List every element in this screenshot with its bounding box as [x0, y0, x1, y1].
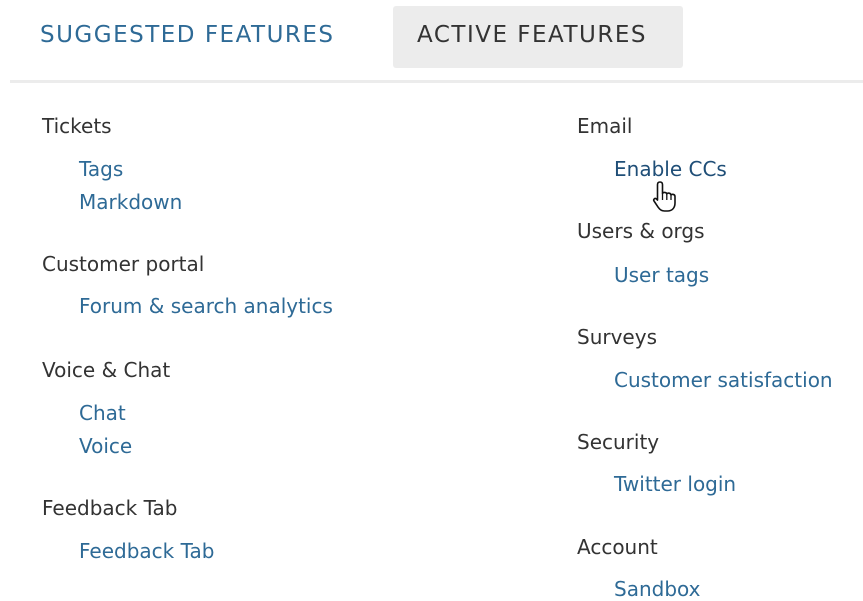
feature-link-markdown[interactable]: Markdown — [79, 190, 182, 214]
tab-active-features[interactable]: ACTIVE FEATURES — [393, 6, 683, 68]
category-heading-surveys: Surveys — [577, 325, 657, 349]
feature-link-customer-satisfaction[interactable]: Customer satisfaction — [614, 368, 833, 392]
tabs-divider — [10, 80, 863, 83]
feature-link-chat[interactable]: Chat — [79, 401, 126, 425]
feature-link-tags[interactable]: Tags — [79, 157, 123, 181]
feature-link-sandbox[interactable]: Sandbox — [614, 577, 700, 601]
category-heading-feedback-tab: Feedback Tab — [42, 496, 178, 520]
category-heading-account: Account — [577, 535, 658, 559]
category-heading-tickets: Tickets — [42, 114, 112, 138]
category-heading-security: Security — [577, 430, 660, 454]
feature-link-enable-ccs[interactable]: Enable CCs — [614, 157, 727, 181]
category-heading-email: Email — [577, 114, 633, 138]
tab-suggested-features[interactable]: SUGGESTED FEATURES — [40, 22, 335, 48]
hand-pointer-icon — [652, 181, 676, 212]
feature-link-user-tags[interactable]: User tags — [614, 263, 709, 287]
tab-active-features-label: ACTIVE FEATURES — [417, 22, 648, 48]
feature-link-voice[interactable]: Voice — [79, 434, 132, 458]
feature-tabs: SUGGESTED FEATURES ACTIVE FEATURES — [0, 0, 863, 83]
feature-link-forum-search-analytics[interactable]: Forum & search analytics — [79, 294, 333, 318]
category-heading-users-orgs: Users & orgs — [577, 219, 705, 243]
feature-link-twitter-login[interactable]: Twitter login — [614, 472, 736, 496]
category-heading-customer-portal: Customer portal — [42, 252, 205, 276]
category-heading-voice-chat: Voice & Chat — [42, 358, 171, 382]
feature-link-feedback-tab[interactable]: Feedback Tab — [79, 539, 214, 563]
